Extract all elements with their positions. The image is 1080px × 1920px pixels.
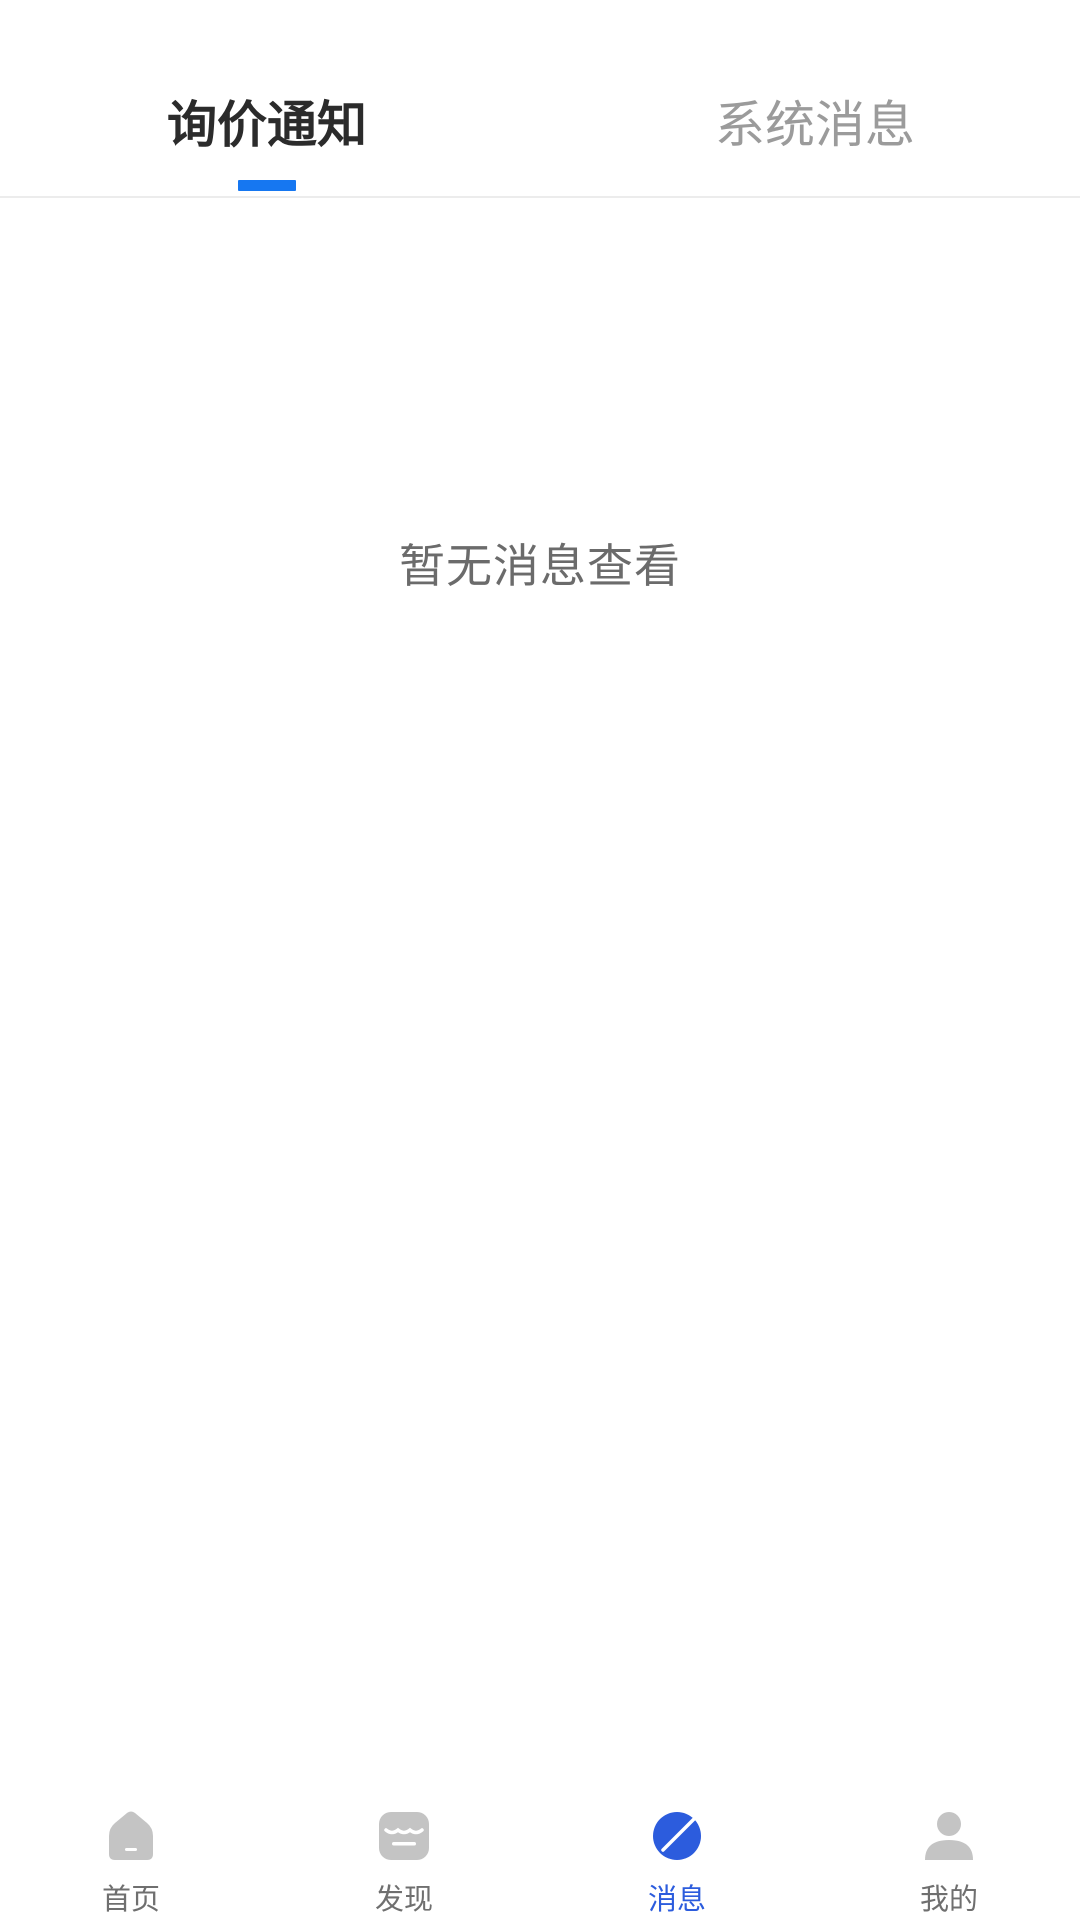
person-icon <box>925 1812 973 1860</box>
store-icon <box>379 1812 429 1860</box>
active-tab-indicator <box>238 180 296 191</box>
bottom-nav: 首页 发现 消息 我的 <box>0 1785 1080 1920</box>
empty-state-message: 暂无消息查看 <box>399 539 681 593</box>
home-icon <box>109 1811 153 1860</box>
tab-bar: 询价通知 系统消息 <box>0 0 1080 198</box>
nav-item-mine[interactable]: 我的 <box>869 1785 1029 1920</box>
nav-label-home: 首页 <box>101 1882 160 1916</box>
nav-item-discover[interactable]: 发现 <box>324 1785 484 1920</box>
nav-label-message: 消息 <box>647 1882 706 1916</box>
planet-icon <box>653 1812 701 1860</box>
nav-item-message[interactable]: 消息 <box>597 1785 757 1920</box>
nav-label-mine: 我的 <box>919 1882 978 1916</box>
nav-label-discover: 发现 <box>374 1882 433 1916</box>
tab-inquiry-notice[interactable]: 询价通知 <box>117 80 417 170</box>
tab-system-message[interactable]: 系统消息 <box>665 80 965 170</box>
nav-item-home[interactable]: 首页 <box>51 1785 211 1920</box>
